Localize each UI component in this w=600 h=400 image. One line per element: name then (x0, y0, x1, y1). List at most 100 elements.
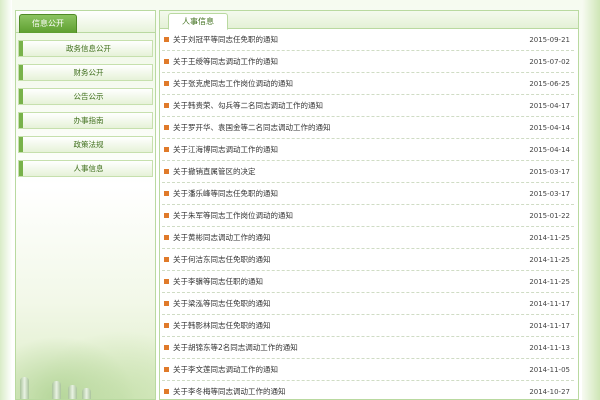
news-title-link[interactable]: 关于李骥等同志任职的通知 (173, 276, 514, 287)
right-edge-decoration (582, 0, 600, 400)
bullet-icon (164, 81, 169, 86)
sidebar-item-marker (19, 89, 23, 104)
news-title-link[interactable]: 关于何洁东同志任免职的通知 (173, 254, 514, 265)
news-date: 2014-11-25 (529, 233, 570, 242)
sidebar-item-policy[interactable]: 政策法规 (18, 136, 153, 153)
bullet-icon (164, 345, 169, 350)
sidebar-item-label: 人事信息 (73, 164, 104, 173)
bullet-icon (164, 301, 169, 306)
news-title-link[interactable]: 关于撤销直属管区的决定 (173, 166, 514, 177)
news-title-link[interactable]: 关于梁泓等同志任免职的通知 (173, 298, 514, 309)
bullet-icon (164, 213, 169, 218)
sidebar-item-label: 政务信息公开 (66, 44, 111, 53)
pillar-decoration (20, 377, 29, 399)
list-item[interactable]: 关于李文莲同志调动工作的通知 2014-11-05 (162, 359, 574, 381)
bullet-icon (164, 257, 169, 262)
sidebar-item-marker (19, 41, 23, 56)
news-title-link[interactable]: 关于韩贵荣、勾兵等二名同志调动工作的通知 (173, 100, 514, 111)
news-date: 2015-04-17 (529, 101, 570, 110)
sidebar-item-guide[interactable]: 办事指南 (18, 112, 153, 129)
news-date: 2015-09-21 (529, 35, 570, 44)
news-title-link[interactable]: 关于朱军等同志工作岗位调动的通知 (173, 210, 514, 221)
left-edge-decoration (0, 0, 12, 400)
news-date: 2015-06-25 (529, 79, 570, 88)
news-title-link[interactable]: 关于刘冠平等同志任免职的通知 (173, 34, 514, 45)
pillar-decoration (52, 381, 61, 399)
bullet-icon (164, 389, 169, 394)
list-item[interactable]: 关于何洁东同志任免职的通知 2014-11-25 (162, 249, 574, 271)
list-item[interactable]: 关于朱军等同志工作岗位调动的通知 2015-01-22 (162, 205, 574, 227)
news-title-link[interactable]: 关于胡锦东等2名同志调动工作的通知 (173, 342, 514, 353)
tab-personnel-info[interactable]: 人事信息 (168, 13, 228, 30)
main-panel: 人事信息 关于刘冠平等同志任免职的通知 2015-09-21 关于王绶等同志调动工… (159, 10, 579, 400)
news-date: 2015-07-02 (529, 57, 570, 66)
sidebar-header: 信息公开 (16, 11, 155, 33)
list-item[interactable]: 关于黄彬同志调动工作的通知 2014-11-25 (162, 227, 574, 249)
news-date: 2014-11-05 (529, 365, 570, 374)
bullet-icon (164, 147, 169, 152)
list-item[interactable]: 关于罗开华、袁国金等二名同志调动工作的通知 2015-04-14 (162, 117, 574, 139)
sidebar-nav: 政务信息公开 财务公开 公告公示 办事指南 政策法规 人事信息 (16, 40, 155, 177)
sidebar-item-marker (19, 113, 23, 128)
news-date: 2015-04-14 (529, 123, 570, 132)
sidebar-item-gov-info[interactable]: 政务信息公开 (18, 40, 153, 57)
news-title-link[interactable]: 关于罗开华、袁国金等二名同志调动工作的通知 (173, 122, 514, 133)
list-item[interactable]: 关于江海博同志调动工作的通知 2015-04-14 (162, 139, 574, 161)
sidebar-item-finance[interactable]: 财务公开 (18, 64, 153, 81)
bullet-icon (164, 103, 169, 108)
list-item[interactable]: 关于韩贵荣、勾兵等二名同志调动工作的通知 2015-04-17 (162, 95, 574, 117)
bullet-icon (164, 367, 169, 372)
news-title-link[interactable]: 关于黄彬同志调动工作的通知 (173, 232, 514, 243)
sidebar-item-label: 财务公开 (73, 68, 104, 77)
pillar-decoration (82, 388, 91, 399)
sidebar: 信息公开 政务信息公开 财务公开 公告公示 办事指南 政策法规 人事信息 (15, 10, 156, 400)
bullet-icon (164, 169, 169, 174)
bullet-icon (164, 37, 169, 42)
bullet-icon (164, 235, 169, 240)
news-title-link[interactable]: 关于江海博同志调动工作的通知 (173, 144, 514, 155)
bullet-icon (164, 279, 169, 284)
news-title-link[interactable]: 关于李冬梅等同志调动工作的通知 (173, 386, 514, 397)
sidebar-item-marker (19, 137, 23, 152)
sidebar-item-label: 公告公示 (73, 92, 104, 101)
sidebar-header-tab: 信息公开 (19, 14, 77, 33)
news-title-link[interactable]: 关于潘乐峰等同志任免职的通知 (173, 188, 514, 199)
sidebar-item-marker (19, 65, 23, 80)
sidebar-item-notices[interactable]: 公告公示 (18, 88, 153, 105)
news-title-link[interactable]: 关于张克虎同志工作岗位调动的通知 (173, 78, 514, 89)
news-title-link[interactable]: 关于李文莲同志调动工作的通知 (173, 364, 514, 375)
news-title-link[interactable]: 关于韩影林同志任免职的通知 (173, 320, 514, 331)
news-date: 2015-03-17 (529, 189, 570, 198)
news-list: 关于刘冠平等同志任免职的通知 2015-09-21 关于王绶等同志调动工作的通知 2… (160, 29, 578, 399)
news-title-link[interactable]: 关于王绶等同志调动工作的通知 (173, 56, 514, 67)
sidebar-item-marker (19, 161, 23, 176)
list-item[interactable]: 关于撤销直属管区的决定 2015-03-17 (162, 161, 574, 183)
list-item[interactable]: 关于王绶等同志调动工作的通知 2015-07-02 (162, 51, 574, 73)
news-date: 2015-03-17 (529, 167, 570, 176)
main-header: 人事信息 (160, 11, 578, 30)
bullet-icon (164, 191, 169, 196)
news-date: 2014-11-17 (529, 299, 570, 308)
list-item[interactable]: 关于梁泓等同志任免职的通知 2014-11-17 (162, 293, 574, 315)
page: 信息公开 政务信息公开 财务公开 公告公示 办事指南 政策法规 人事信息 人事信… (0, 0, 600, 400)
pillar-decoration (68, 385, 77, 399)
sidebar-item-label: 办事指南 (73, 116, 104, 125)
bullet-icon (164, 59, 169, 64)
list-item[interactable]: 关于胡锦东等2名同志调动工作的通知 2014-11-13 (162, 337, 574, 359)
bullet-icon (164, 323, 169, 328)
list-item[interactable]: 关于刘冠平等同志任免职的通知 2015-09-21 (162, 29, 574, 51)
sidebar-item-personnel[interactable]: 人事信息 (18, 160, 153, 177)
list-item[interactable]: 关于韩影林同志任免职的通知 2014-11-17 (162, 315, 574, 337)
list-item[interactable]: 关于张克虎同志工作岗位调动的通知 2015-06-25 (162, 73, 574, 95)
news-date: 2014-11-25 (529, 255, 570, 264)
news-date: 2014-10-27 (529, 387, 570, 396)
list-item[interactable]: 关于潘乐峰等同志任免职的通知 2015-03-17 (162, 183, 574, 205)
list-item[interactable]: 关于李冬梅等同志调动工作的通知 2014-10-27 (162, 381, 574, 399)
list-item[interactable]: 关于李骥等同志任职的通知 2014-11-25 (162, 271, 574, 293)
news-date: 2015-01-22 (529, 211, 570, 220)
news-date: 2015-04-14 (529, 145, 570, 154)
sidebar-item-label: 政策法规 (73, 140, 104, 149)
news-date: 2014-11-17 (529, 321, 570, 330)
bullet-icon (164, 125, 169, 130)
news-date: 2014-11-13 (529, 343, 570, 352)
